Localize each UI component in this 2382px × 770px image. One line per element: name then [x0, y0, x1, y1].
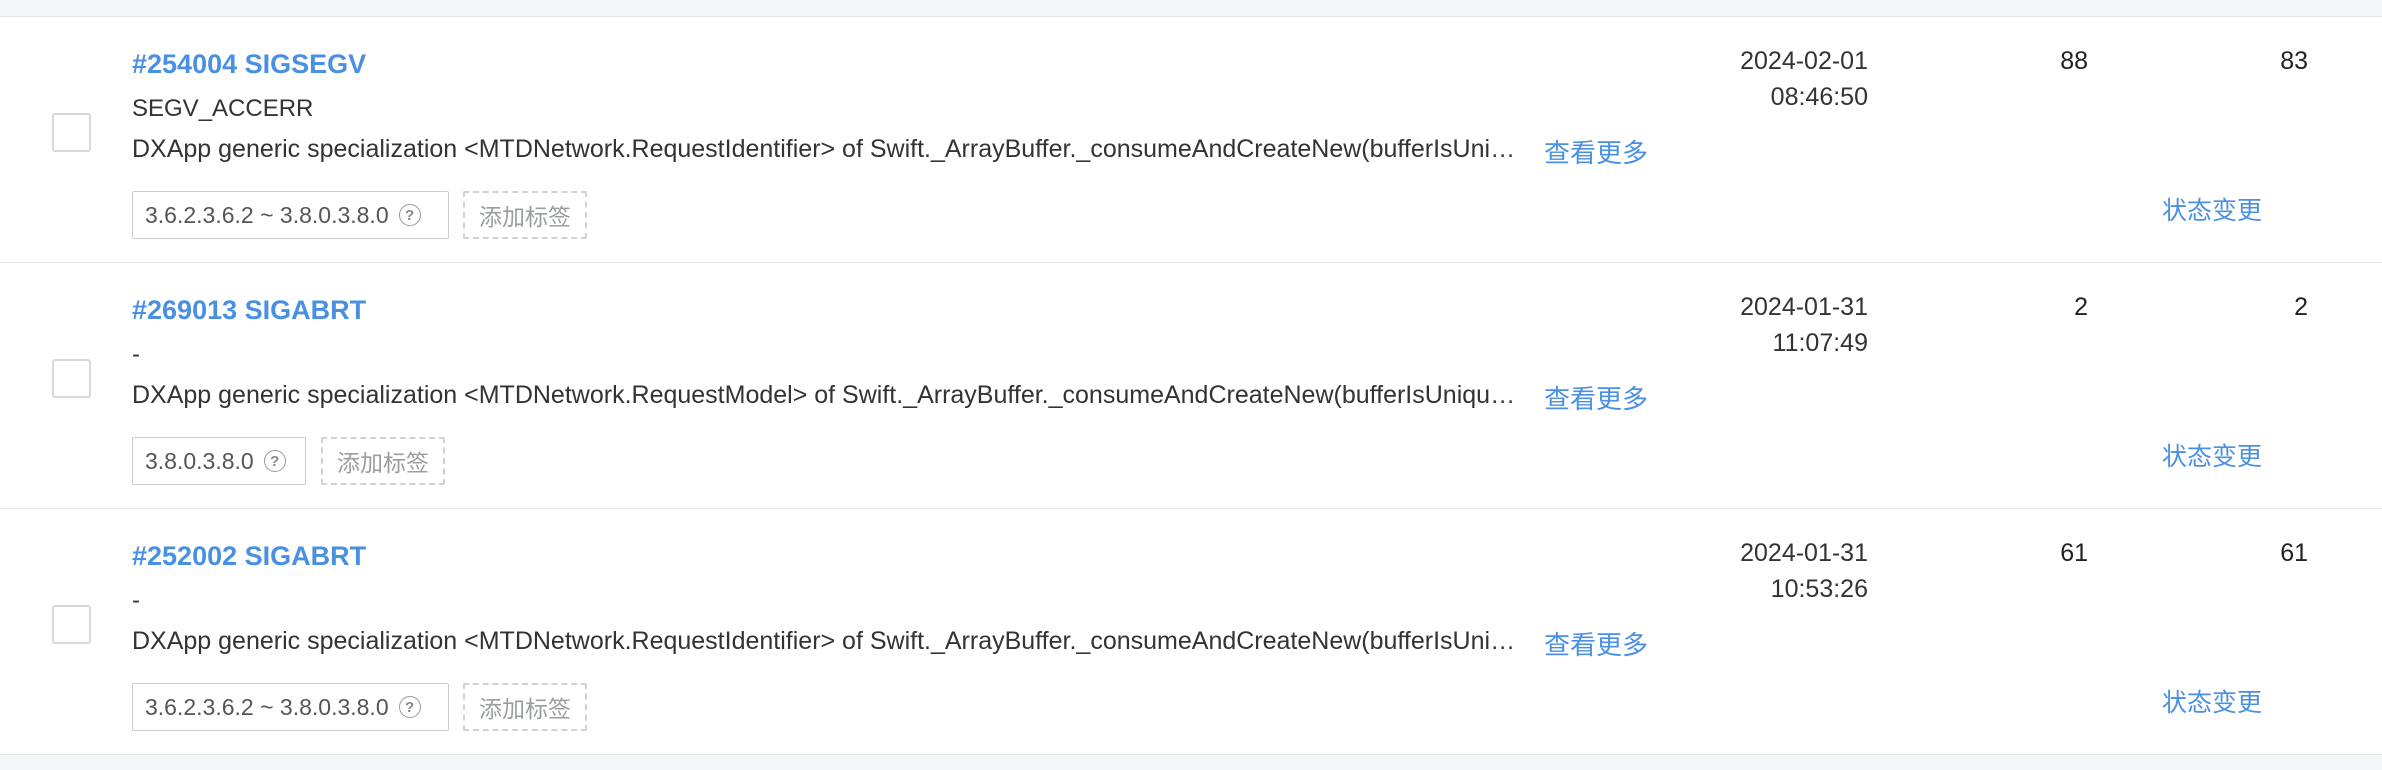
time-date: 2024-02-01 — [1740, 47, 1868, 75]
row-select-checkbox[interactable] — [52, 605, 91, 644]
occurrence-count: 61 — [2060, 539, 2088, 567]
issue-description: DXApp generic specialization <MTDNetwork… — [132, 381, 1524, 409]
row-select-checkbox[interactable] — [52, 359, 91, 398]
last-occurred-time: 2024-01-31 11:07:49 — [1700, 289, 1868, 361]
view-more-link[interactable]: 查看更多 — [1544, 133, 1648, 170]
time-date: 2024-01-31 — [1740, 293, 1868, 321]
time-date: 2024-01-31 — [1740, 539, 1868, 567]
status-change-link[interactable]: 状态变更 — [2162, 191, 2262, 227]
table-row: #269013 SIGABRT - DXApp generic speciali… — [0, 263, 2382, 509]
view-more-link[interactable]: 查看更多 — [1544, 379, 1648, 416]
affected-users-count: 2 — [2294, 293, 2308, 321]
issue-subtitle: - — [132, 587, 140, 614]
issue-description: DXApp generic specialization <MTDNetwork… — [132, 627, 1524, 655]
add-tag-button[interactable]: 添加标签 — [463, 191, 587, 239]
version-range-label: 3.8.0.3.8.0 — [145, 447, 254, 474]
affected-users-count: 83 — [2280, 47, 2308, 75]
version-range-tag: 3.6.2.3.6.2 ~ 3.8.0.3.8.0 ? — [132, 683, 449, 731]
time-clock: 11:07:49 — [1772, 329, 1868, 357]
last-occurred-time: 2024-02-01 08:46:50 — [1700, 43, 1868, 115]
occurrence-count: 2 — [2074, 293, 2088, 321]
help-icon[interactable]: ? — [263, 450, 286, 472]
help-icon[interactable]: ? — [398, 204, 421, 226]
last-occurred-time: 2024-01-31 10:53:26 — [1700, 535, 1868, 607]
issue-description: DXApp generic specialization <MTDNetwork… — [132, 135, 1524, 163]
issue-subtitle: SEGV_ACCERR — [132, 95, 314, 122]
version-range-tag: 3.6.2.3.6.2 ~ 3.8.0.3.8.0 ? — [132, 191, 449, 239]
time-clock: 08:46:50 — [1770, 83, 1868, 111]
occurrence-count: 88 — [2060, 47, 2088, 75]
status-change-link[interactable]: 状态变更 — [2162, 437, 2262, 473]
version-range-label: 3.6.2.3.6.2 ~ 3.8.0.3.8.0 — [145, 693, 389, 720]
view-more-link[interactable]: 查看更多 — [1544, 625, 1648, 662]
time-clock: 10:53:26 — [1770, 575, 1868, 603]
status-change-link[interactable]: 状态变更 — [2162, 683, 2262, 719]
version-range-tag: 3.8.0.3.8.0 ? — [132, 437, 306, 485]
row-select-checkbox[interactable] — [52, 113, 91, 152]
issue-title-link[interactable]: #252002 SIGABRT — [132, 541, 366, 572]
issue-title-link[interactable]: #269013 SIGABRT — [132, 295, 366, 326]
add-tag-button[interactable]: 添加标签 — [321, 437, 445, 485]
issue-title-link[interactable]: #254004 SIGSEGV — [132, 49, 366, 80]
version-range-label: 3.6.2.3.6.2 ~ 3.8.0.3.8.0 — [145, 201, 389, 228]
affected-users-count: 61 — [2280, 539, 2308, 567]
issue-subtitle: - — [132, 341, 140, 368]
table-row: #254004 SIGSEGV SEGV_ACCERR DXApp generi… — [0, 17, 2382, 263]
table-row: #252002 SIGABRT - DXApp generic speciali… — [0, 509, 2382, 755]
add-tag-button[interactable]: 添加标签 — [463, 683, 587, 731]
crash-issue-list: #254004 SIGSEGV SEGV_ACCERR DXApp generi… — [0, 16, 2382, 755]
help-icon[interactable]: ? — [398, 696, 421, 718]
